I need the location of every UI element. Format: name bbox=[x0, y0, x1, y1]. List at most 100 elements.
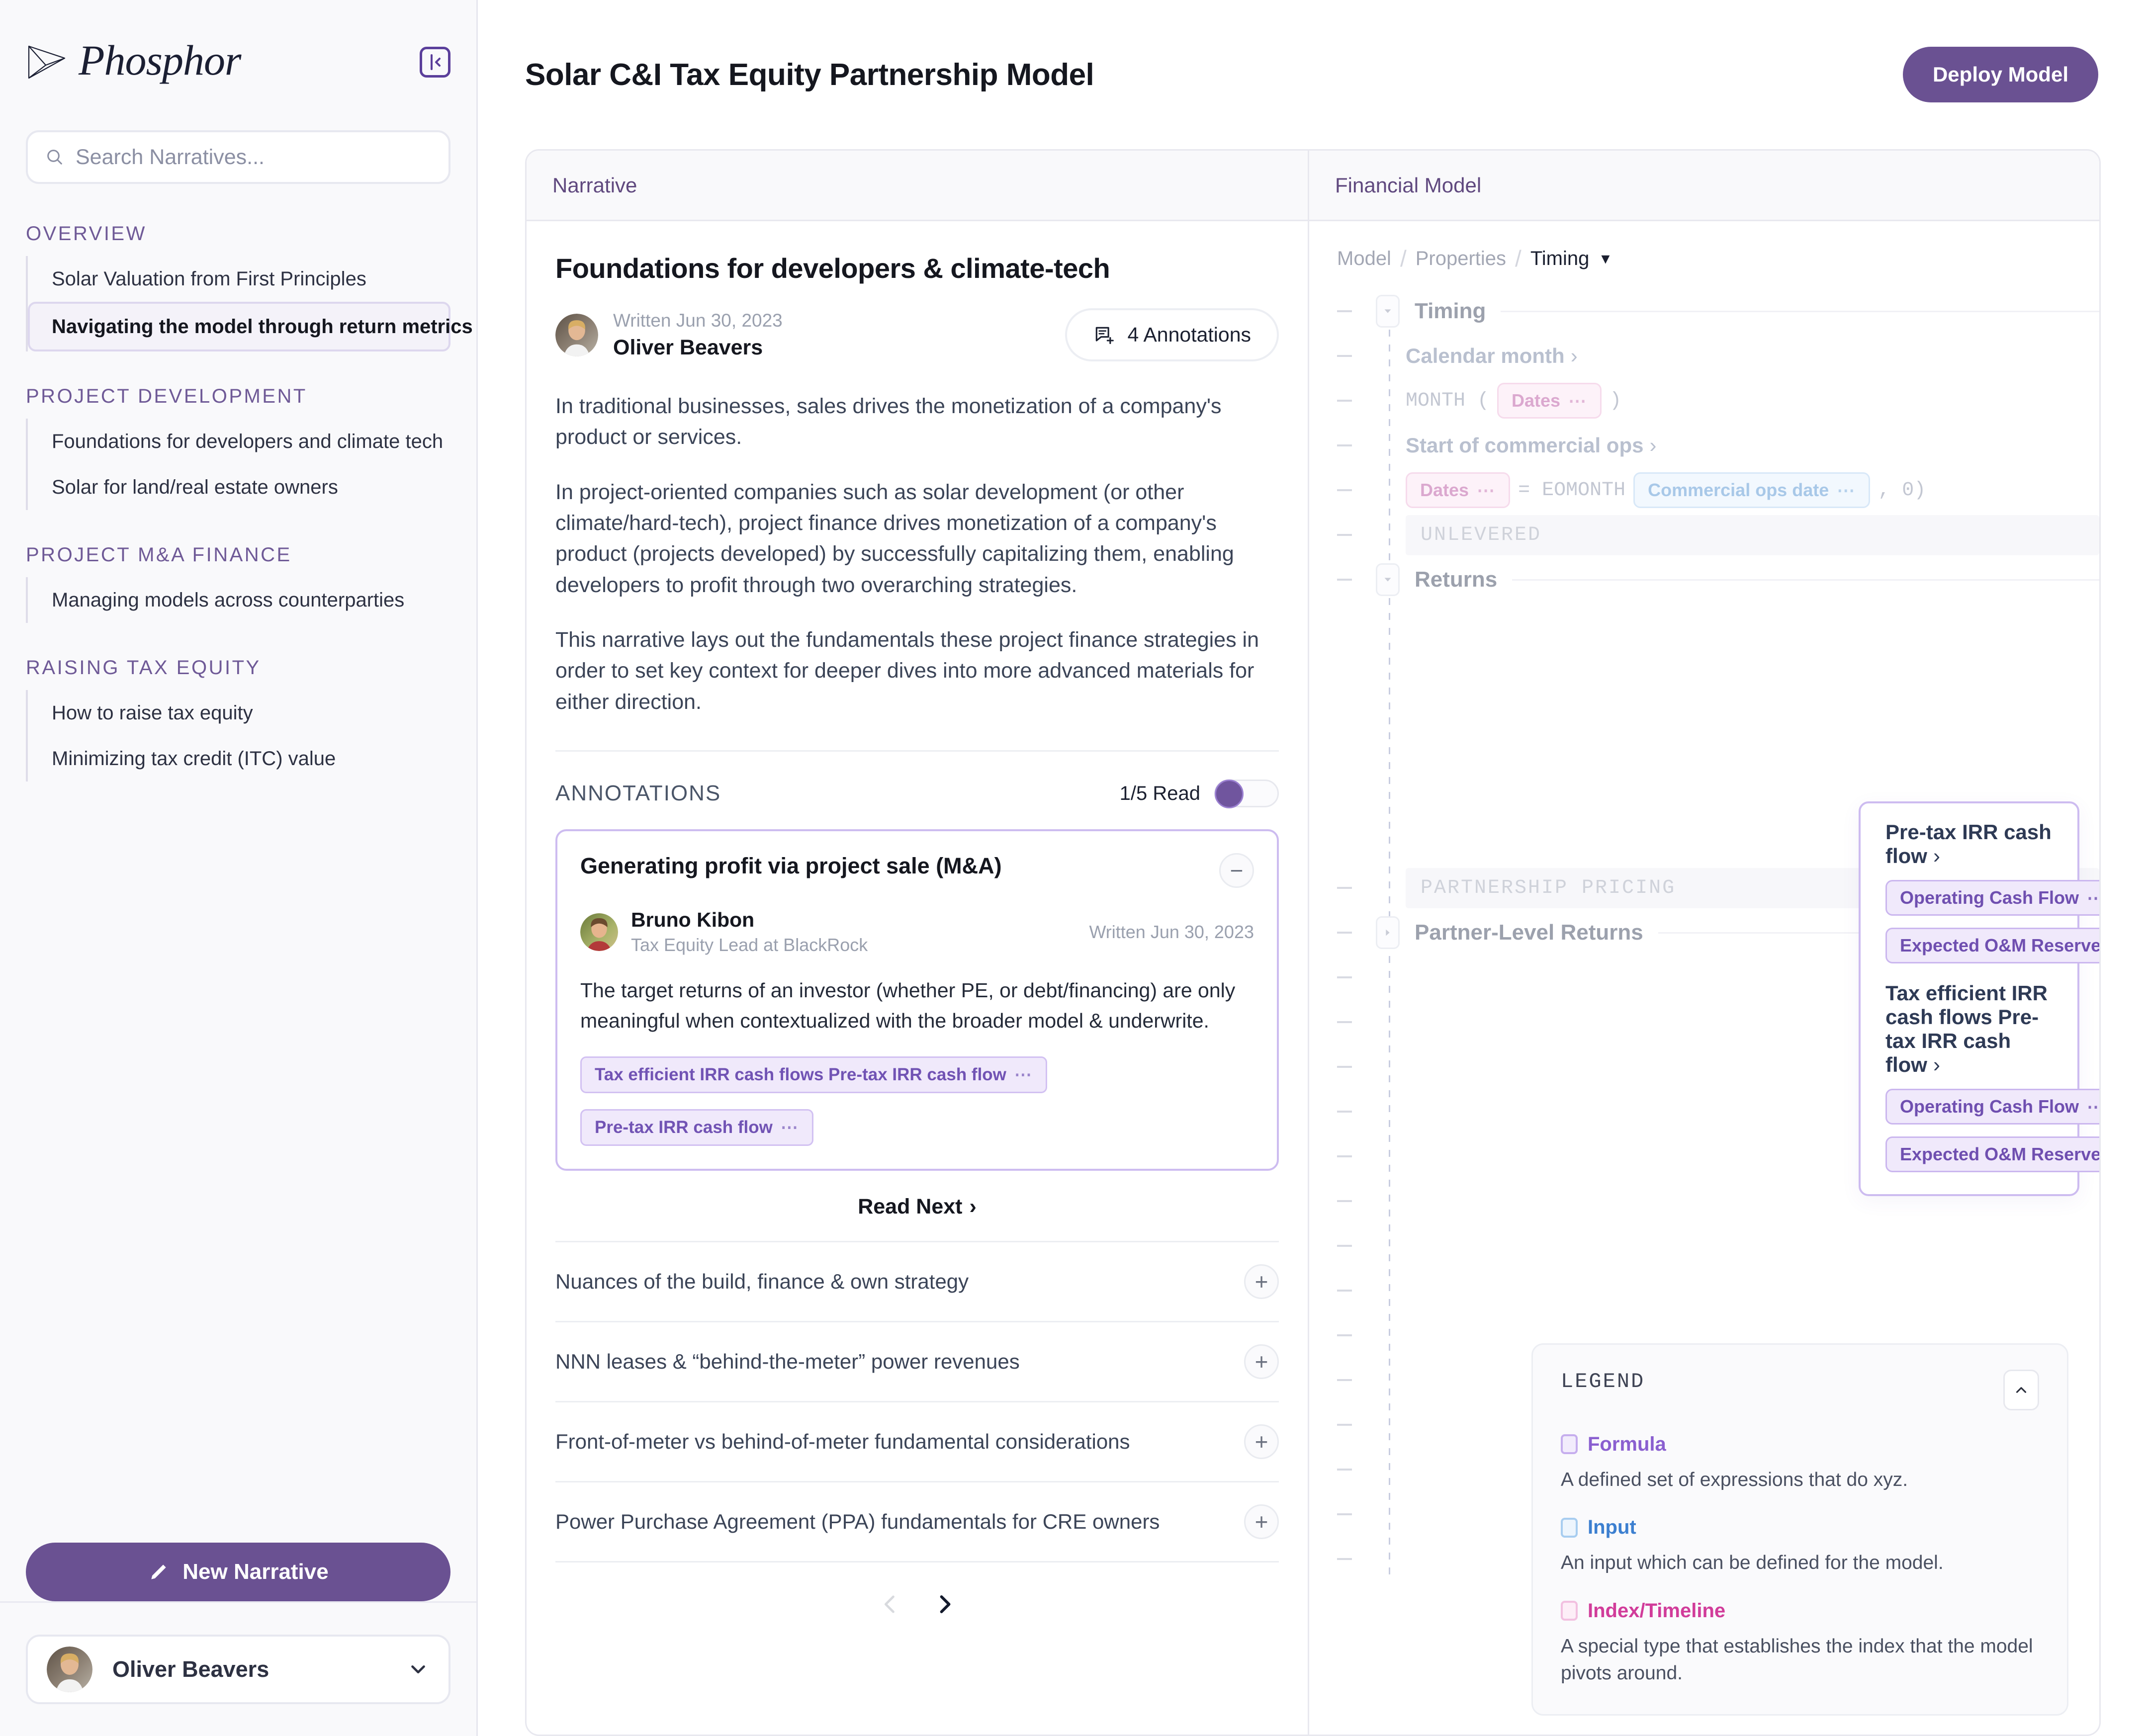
tree-dash bbox=[1337, 1155, 1352, 1157]
chevron-down-icon bbox=[411, 1665, 425, 1674]
list-item[interactable]: Nuances of the build, finance & own stra… bbox=[555, 1240, 1279, 1322]
pagination-previous-button[interactable] bbox=[877, 1591, 903, 1617]
formula-tag-commercial-ops-date[interactable]: Commercial ops date ⋯ bbox=[1633, 472, 1871, 508]
twisty-expanded-icon[interactable] bbox=[1376, 295, 1400, 328]
tag-label: Operating Cash Flow bbox=[1900, 1096, 2079, 1117]
search-input[interactable]: Search Narratives... bbox=[26, 130, 450, 184]
tab-narrative[interactable]: Narrative bbox=[552, 174, 637, 197]
expand-annotation-button[interactable]: + bbox=[1244, 1504, 1279, 1539]
chevron-left-icon bbox=[431, 54, 441, 70]
list-item-label: Power Purchase Agreement (PPA) fundament… bbox=[555, 1509, 1160, 1533]
tree-node-calendar-month[interactable]: Calendar month › bbox=[1337, 334, 2099, 378]
returns-block-title-pretax[interactable]: Pre-tax IRR cash flow › bbox=[1885, 820, 2053, 868]
narrative-panel-body: Foundations for developers & climate-tec… bbox=[527, 221, 1308, 1735]
sidebar-item-managing-models[interactable]: Managing models across counterparties bbox=[31, 577, 450, 623]
user-menu[interactable]: Oliver Beavers bbox=[26, 1635, 450, 1704]
formula-suffix: , 0) bbox=[1878, 479, 1926, 502]
byline: Written Jun 30, 2023 Oliver Beavers bbox=[555, 308, 783, 362]
tree-gutter bbox=[1337, 1424, 1376, 1426]
collapse-sidebar-button[interactable] bbox=[420, 47, 450, 78]
tree-node-start-commercial-ops[interactable]: Start of commercial ops › bbox=[1337, 423, 2099, 468]
pagination-next-button[interactable] bbox=[932, 1591, 958, 1617]
annotation-pills: Tax efficient IRR cash flows Pre-tax IRR… bbox=[580, 1056, 1254, 1146]
breadcrumb-separator: / bbox=[1400, 246, 1407, 271]
sidebar-item-foundations-developers[interactable]: Foundations for developers and climate t… bbox=[31, 419, 450, 464]
read-next-button[interactable]: Read Next › bbox=[555, 1195, 1279, 1219]
tree-dash bbox=[1337, 1513, 1352, 1515]
tree-dash bbox=[1337, 1290, 1352, 1292]
sidebar-item-navigating-return-metrics[interactable]: Navigating the model through return metr… bbox=[28, 302, 473, 351]
tree-formula-eomonth[interactable]: Dates ⋯ = EOMONTH Commercial ops date ⋯ , … bbox=[1337, 468, 2099, 513]
breadcrumb-separator: / bbox=[1515, 246, 1522, 271]
tree-gutter bbox=[1337, 534, 1376, 536]
read-progress-toggle[interactable] bbox=[1214, 780, 1279, 809]
list-item[interactable]: Front-of-meter vs behind-of-meter fundam… bbox=[555, 1402, 1279, 1482]
list-item[interactable]: NNN leases & “behind-the-meter” power re… bbox=[555, 1322, 1279, 1402]
tree-gutter bbox=[1337, 444, 1376, 446]
nav-group-overview: OVERVIEW Solar Valuation from First Prin… bbox=[26, 223, 473, 351]
collapse-annotation-button[interactable]: − bbox=[1219, 853, 1254, 888]
nav-heading-raising-tax-equity: RAISING TAX EQUITY bbox=[26, 657, 261, 679]
expand-annotation-button[interactable]: + bbox=[1244, 1344, 1279, 1379]
tag-expected-om-reserve[interactable]: Expected O&M Reserve...⋯ bbox=[1885, 1136, 2099, 1172]
tree-gutter bbox=[1337, 1245, 1376, 1247]
tree-group-timing[interactable]: Timing bbox=[1337, 289, 2099, 334]
tree-gutter bbox=[1337, 355, 1376, 357]
tag-operating-cash-flow[interactable]: Operating Cash Flow ⋯ bbox=[1885, 1089, 2099, 1125]
twisty-expanded-icon[interactable] bbox=[1376, 563, 1400, 596]
tree-dash bbox=[1337, 887, 1352, 889]
narrative-panel: Narrative Foundations for developers & c… bbox=[527, 151, 1309, 1735]
nav-group-raising-tax-equity: RAISING TAX EQUITY How to raise tax equi… bbox=[26, 657, 450, 781]
tree-node-label: Calendar month › bbox=[1406, 344, 1578, 368]
annotations-count-button[interactable]: 4 Annotations bbox=[1065, 308, 1279, 362]
deploy-model-button[interactable]: Deploy Model bbox=[1902, 47, 2098, 102]
byline-row: Written Jun 30, 2023 Oliver Beavers 4 An… bbox=[555, 308, 1279, 362]
tree-formula-month[interactable]: MONTH ( Dates ⋯ ) bbox=[1337, 378, 2099, 423]
tree-spacer-row bbox=[1337, 1268, 2099, 1313]
breadcrumb-timing[interactable]: Timing bbox=[1530, 248, 1590, 270]
tag-label: Commercial ops date bbox=[1648, 480, 1829, 500]
annotation-pill-label: Pre-tax IRR cash flow bbox=[595, 1117, 773, 1137]
tag-label: Dates bbox=[1512, 390, 1561, 411]
sidebar-item-solar-valuation[interactable]: Solar Valuation from First Principles bbox=[31, 256, 450, 302]
returns-block-title-tax-efficient[interactable]: Tax efficient IRR cash flows Pre-tax IRR… bbox=[1885, 981, 2053, 1077]
financial-model-panel-header: Financial Model bbox=[1309, 151, 2099, 221]
tab-financial-model[interactable]: Financial Model bbox=[1335, 174, 1481, 197]
more-dots-icon: ⋯ bbox=[2087, 1096, 2099, 1117]
sidebar-nav: OVERVIEW Solar Valuation from First Prin… bbox=[0, 223, 476, 1531]
formula-tag-dates[interactable]: Dates ⋯ bbox=[1406, 472, 1511, 508]
legend-header: LEGEND bbox=[1561, 1369, 2039, 1410]
breadcrumb-properties[interactable]: Properties bbox=[1416, 248, 1506, 270]
twisty-collapsed-icon[interactable] bbox=[1376, 916, 1400, 949]
read-progress-label: 1/5 Read bbox=[1119, 782, 1200, 804]
sidebar: Phosphor Search Narratives... OVERVIEW S… bbox=[0, 0, 478, 1736]
tree-gutter bbox=[1337, 932, 1376, 934]
list-item[interactable]: Power Purchase Agreement (PPA) fundament… bbox=[555, 1482, 1279, 1562]
sidebar-item-solar-land-owners[interactable]: Solar for land/real estate owners bbox=[31, 464, 450, 510]
expand-annotation-button[interactable]: + bbox=[1244, 1264, 1279, 1299]
tree-node-text: Calendar month bbox=[1406, 344, 1565, 367]
annotation-pill-pretax-irr[interactable]: Pre-tax IRR cash flow ⋯ bbox=[580, 1109, 813, 1146]
legend-item-label: Index/Timeline bbox=[1588, 1599, 1726, 1622]
breadcrumb-model[interactable]: Model bbox=[1337, 248, 1391, 270]
read-progress: 1/5 Read bbox=[1119, 780, 1279, 809]
tree-group-returns[interactable]: Returns bbox=[1337, 557, 2099, 602]
sidebar-item-minimizing-tax-credit[interactable]: Minimizing tax credit (ITC) value bbox=[31, 736, 450, 781]
more-dots-icon: ⋯ bbox=[780, 1117, 799, 1137]
legend-item-label: Input bbox=[1588, 1516, 1636, 1539]
formula-prefix: MONTH ( bbox=[1406, 389, 1490, 412]
pagination bbox=[555, 1591, 1279, 1641]
sidebar-item-how-to-raise-tax-equity[interactable]: How to raise tax equity bbox=[31, 690, 450, 736]
new-narrative-button[interactable]: New Narrative bbox=[26, 1543, 450, 1601]
brand-logo[interactable]: Phosphor bbox=[26, 39, 241, 86]
formula-tag-dates[interactable]: Dates ⋯ bbox=[1497, 383, 1602, 419]
legend-collapse-button[interactable] bbox=[2003, 1369, 2039, 1410]
tag-expected-om-reserve[interactable]: Expected O&M Reserve...⋯ bbox=[1885, 928, 2099, 963]
expand-annotation-button[interactable]: + bbox=[1244, 1424, 1279, 1459]
annotation-pill-tax-efficient[interactable]: Tax efficient IRR cash flows Pre-tax IRR… bbox=[580, 1056, 1047, 1093]
tree-gutter bbox=[1337, 1111, 1376, 1113]
chevron-down-icon[interactable]: ▾ bbox=[1601, 249, 1610, 268]
tree-node-label: Start of commercial ops › bbox=[1406, 434, 1656, 457]
tag-operating-cash-flow[interactable]: Operating Cash Flow ⋯ bbox=[1885, 880, 2099, 916]
